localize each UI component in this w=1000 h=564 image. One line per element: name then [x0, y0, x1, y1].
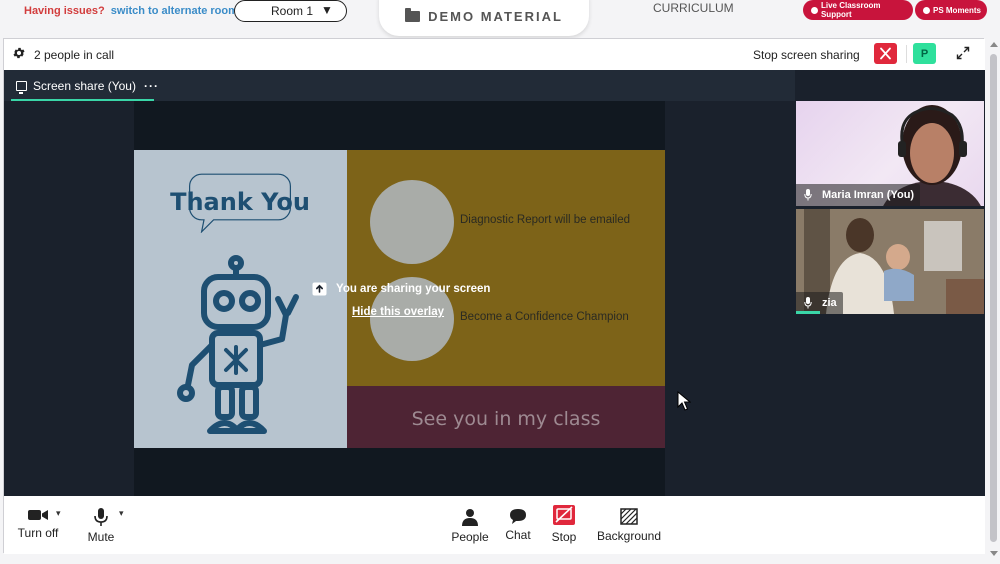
caret-down-icon: ▼: [321, 3, 333, 17]
switch-room-link[interactable]: switch to alternate room: [111, 5, 238, 17]
participant-name: zia: [822, 297, 837, 309]
top-bar: Having issues? switch to alternate room …: [0, 0, 1000, 36]
speaking-indicator: [796, 311, 820, 314]
people-in-call-count: 2 people in call: [34, 48, 115, 62]
stop-sharing-button[interactable]: [874, 43, 897, 64]
issues-text: Having issues?: [24, 5, 105, 17]
participant-name: Maria Imran (You): [822, 189, 915, 201]
active-tab-indicator: [11, 99, 154, 101]
background-pattern-icon: [620, 508, 638, 525]
expand-icon[interactable]: [956, 46, 970, 60]
screen-share-icon: [16, 80, 27, 94]
mute-button[interactable]: Mute: [84, 496, 118, 554]
tab-screen-share-label: Screen share (You): [33, 78, 136, 93]
slide-closing-text: See you in my class: [411, 408, 601, 430]
scrollbar-thumb[interactable]: [990, 54, 997, 542]
report-robot-icon: [370, 180, 454, 264]
room-select[interactable]: Room 1 ▼: [234, 0, 347, 22]
folder-icon: [405, 7, 421, 22]
slide-item-report: Diagnostic Report will be emailed: [460, 214, 631, 226]
call-toolbar: Turn off ▾ Mute ▾ People Chat Stop Backg…: [4, 496, 985, 554]
sharing-overlay-message: You are sharing your screen: [312, 282, 490, 296]
mute-label: Mute: [87, 530, 115, 544]
curriculum-link[interactable]: CURRICULUM: [653, 1, 734, 15]
microphone-icon: [94, 508, 108, 526]
participant-tile-self[interactable]: Maria Imran (You): [796, 101, 984, 206]
robot-illustration: [177, 255, 299, 434]
app-root: Having issues? switch to alternate room …: [0, 0, 1000, 564]
room-select-value: Room 1: [271, 4, 314, 18]
scroll-down-arrow-icon[interactable]: [990, 551, 998, 556]
camera-options-chevron-icon[interactable]: ▾: [56, 508, 61, 519]
stop-share-button[interactable]: Stop: [547, 496, 581, 554]
chat-bubble-icon: [510, 509, 526, 524]
thank-you-text: Thank You: [170, 188, 310, 216]
live-support-label: Live Classroom Support: [820, 1, 881, 19]
microphone-icon: [804, 297, 812, 309]
background-label: Background: [596, 529, 662, 543]
page-scrollbar[interactable]: [987, 36, 1000, 564]
share-tab-bar: Screen share (You) ···: [4, 70, 795, 101]
record-dot-icon: [923, 6, 930, 14]
call-frame: 2 people in call Stop screen sharing P S…: [3, 38, 985, 554]
live-support-button[interactable]: Live Classroom Support: [803, 0, 913, 20]
share-upload-icon: [312, 282, 327, 296]
demo-material-button[interactable]: DEMO MATERIAL: [379, 0, 589, 36]
microphone-icon: [804, 189, 812, 201]
call-header: 2 people in call Stop screen sharing P: [4, 39, 985, 70]
ps-moments-label: PS Moments: [933, 5, 982, 15]
background-button[interactable]: Background: [594, 496, 664, 554]
sharing-overlay-text: You are sharing your screen: [336, 283, 491, 295]
camera-toggle-label: Turn off: [17, 526, 59, 540]
mic-options-chevron-icon[interactable]: ▾: [119, 508, 124, 519]
gear-icon[interactable]: [12, 46, 26, 60]
scroll-up-arrow-icon[interactable]: [990, 42, 998, 47]
video-camera-icon: [28, 510, 48, 520]
people-label: People: [451, 530, 489, 544]
close-icon: [880, 47, 891, 60]
participant-tile-zia[interactable]: zia: [796, 209, 984, 314]
person-icon: [462, 509, 478, 526]
participant-label: Maria Imran (You): [796, 184, 921, 206]
stop-screen-share-icon: [553, 505, 575, 525]
chat-label: Chat: [505, 528, 531, 542]
header-divider: [906, 45, 907, 63]
stop-sharing-label: Stop screen sharing: [753, 48, 860, 62]
call-stage: Screen share (You) ··· Thank You Diagnos…: [4, 70, 985, 496]
demo-material-label: DEMO MATERIAL: [428, 8, 563, 24]
record-dot-icon: [811, 6, 818, 14]
more-options-icon[interactable]: ···: [144, 79, 159, 93]
tab-screen-share[interactable]: Screen share (You) ···: [10, 70, 165, 101]
stop-label: Stop: [551, 530, 577, 544]
chat-button[interactable]: Chat: [501, 496, 535, 554]
camera-toggle-button[interactable]: Turn off: [16, 496, 60, 554]
mouse-cursor-icon: [677, 391, 691, 411]
slide-item-champion: Become a Confidence Champion: [460, 311, 629, 323]
people-button[interactable]: People: [448, 496, 492, 554]
user-avatar[interactable]: P: [913, 43, 936, 64]
shared-slide: Thank You Diagnostic Report will be emai…: [134, 150, 665, 448]
issues-notice: Having issues? switch to alternate room: [24, 5, 238, 17]
hide-overlay-link[interactable]: Hide this overlay: [352, 306, 444, 318]
ps-moments-button[interactable]: PS Moments: [915, 0, 987, 20]
